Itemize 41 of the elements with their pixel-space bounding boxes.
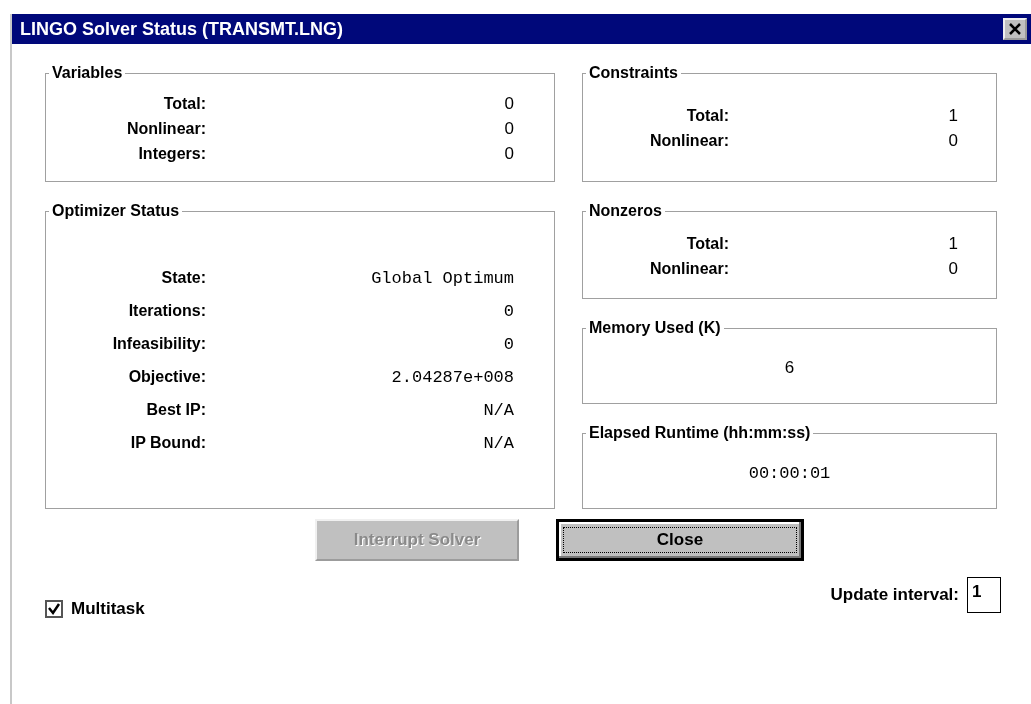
field-value: 0 [504,118,514,139]
field-label: Iterations: [127,302,206,320]
window-title: LINGO Solver Status (TRANSMT.LNG) [20,18,343,40]
field-value: 0 [504,143,514,164]
field-label: Integers: [137,144,206,163]
field-label: State: [160,269,206,287]
checkbox-label[interactable]: Multitask [71,599,145,619]
group-title: Elapsed Runtime (hh:mm:ss) [588,424,812,442]
field-label: IP Bound: [129,434,206,452]
field-value: 0 [503,302,514,321]
field-label: Objective: [127,368,206,386]
field-label: Infeasibility: [111,335,206,353]
field-value: N/A [483,434,514,453]
field-value: N/A [483,401,514,420]
group-title: Nonzeros [588,202,663,220]
checkbox[interactable] [45,600,63,618]
group-title: Constraints [588,64,679,82]
field-label: Update interval: [830,585,959,605]
field-value: 2.04287e+008 [391,368,514,387]
field-label: Nonlinear: [648,259,729,278]
field-value: 0 [503,335,514,354]
group-title: Optimizer Status [51,202,181,220]
field-value: 00:00:01 [748,463,831,483]
field-value: 1 [948,106,958,126]
field-label: Nonlinear: [125,119,206,138]
group-title: Memory Used (K) [588,319,722,337]
field-label: Total: [685,107,729,125]
field-value: 0 [948,131,958,151]
field-value: 0 [948,258,958,279]
field-value: 1 [948,233,958,254]
field-label: Nonlinear: [648,132,729,150]
field-label: Total: [162,94,206,113]
button[interactable]: Close [556,519,804,561]
field-value: 6 [784,358,795,378]
group-title: Variables [51,64,124,82]
field-value: 0 [504,93,514,114]
field-label: Best IP: [145,401,206,419]
field-label: Total: [685,234,729,253]
close-icon[interactable] [1003,18,1027,40]
field-value: Global Optimum [371,269,514,288]
input-field[interactable]: 1 [967,577,1001,613]
